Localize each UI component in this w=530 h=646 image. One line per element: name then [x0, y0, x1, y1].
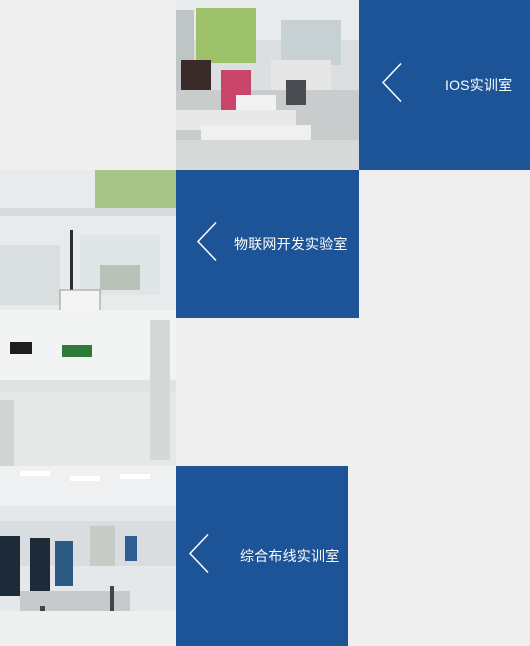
wiring-lab-photo — [0, 466, 176, 646]
lab-tile-wiring[interactable]: 综合布线实训室 — [176, 466, 348, 646]
chevron-left-icon[interactable] — [381, 62, 403, 108]
lab-tile-ios[interactable]: IOS实训室 — [359, 0, 530, 170]
ios-classroom-photo — [176, 0, 359, 170]
lab-tile-iot[interactable]: 物联网开发实验室 — [176, 170, 359, 318]
iot-lab-photo — [0, 170, 176, 466]
lab-title-ios[interactable]: IOS实训室 — [445, 75, 512, 95]
lab-title-wiring[interactable]: 综合布线实训室 — [240, 546, 339, 566]
lab-title-iot[interactable]: 物联网开发实验室 — [234, 234, 348, 254]
chevron-left-icon[interactable] — [188, 533, 210, 579]
chevron-left-icon[interactable] — [196, 221, 218, 267]
